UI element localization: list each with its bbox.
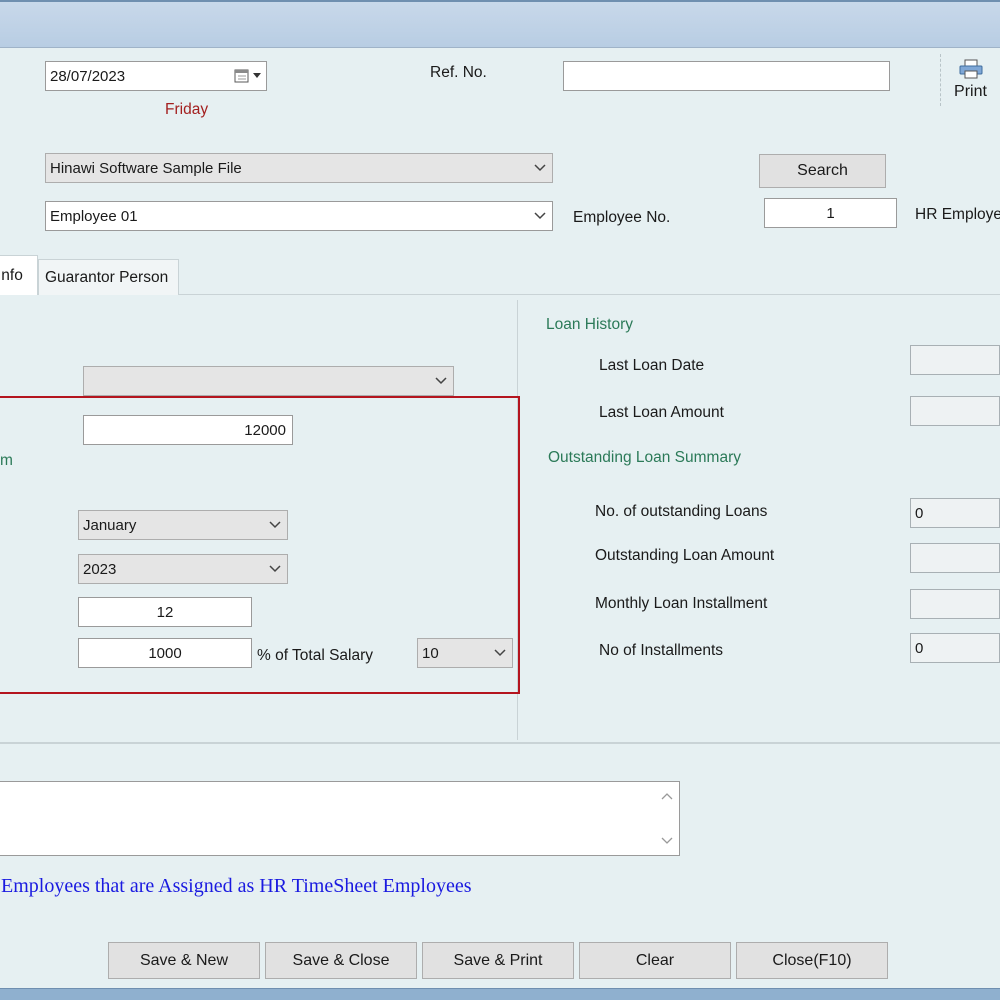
start-month-combo[interactable]: January xyxy=(78,510,288,540)
last-loan-date-label: Last Loan Date xyxy=(599,357,705,374)
tab-guarantor-person[interactable]: Guarantor Person xyxy=(38,259,179,295)
loan-type-combo[interactable] xyxy=(83,366,454,396)
scroll-down-icon[interactable] xyxy=(659,833,675,849)
outstanding-amount-field[interactable] xyxy=(910,543,1000,573)
section-divider xyxy=(0,742,1000,744)
employee-no-input[interactable]: 1 xyxy=(764,198,897,228)
memo-textarea[interactable] xyxy=(0,781,680,856)
tab-label: Info xyxy=(0,266,23,284)
outstanding-heading: Outstanding Loan Summary xyxy=(548,449,741,466)
employee-combo[interactable]: Employee 01 xyxy=(45,201,553,231)
chevron-down-icon[interactable] xyxy=(532,208,548,224)
tab-info[interactable]: Info xyxy=(0,255,38,295)
partial-label: m xyxy=(0,452,13,469)
employee-no-label: Employee No. xyxy=(573,209,671,226)
tab-label: Guarantor Person xyxy=(45,268,169,286)
chevron-down-icon[interactable] xyxy=(267,561,283,577)
no-of-installments-field[interactable]: 0 xyxy=(910,633,1000,663)
percent-combo[interactable]: 10 xyxy=(417,638,513,668)
company-combo[interactable]: Hinawi Software Sample File xyxy=(45,153,553,183)
save-new-button[interactable]: Save & New xyxy=(108,942,260,979)
hr-timesheet-info-text: Employees that are Assigned as HR TimeSh… xyxy=(1,875,472,897)
loan-history-heading: Loan History xyxy=(546,316,634,333)
start-year-combo[interactable]: 2023 xyxy=(78,554,288,584)
close-button[interactable]: Close(F10) xyxy=(736,942,888,979)
calendar-icon[interactable] xyxy=(234,68,262,84)
ref-no-input[interactable] xyxy=(563,61,890,91)
day-label: Friday xyxy=(165,101,209,118)
last-loan-date-field[interactable] xyxy=(910,345,1000,375)
company-value: Hinawi Software Sample File xyxy=(50,159,242,177)
print-button[interactable]: Print xyxy=(940,54,1000,106)
monthly-installment-field[interactable] xyxy=(910,589,1000,619)
save-print-button[interactable]: Save & Print xyxy=(422,942,574,979)
last-loan-amount-label: Last Loan Amount xyxy=(599,404,724,421)
chevron-down-icon[interactable] xyxy=(267,517,283,533)
start-month-value: January xyxy=(83,516,137,534)
window-title-bar xyxy=(0,0,1000,48)
printer-icon xyxy=(958,59,984,83)
employee-value: Employee 01 xyxy=(50,207,138,225)
no-of-installments-label: No of Installments xyxy=(599,642,724,659)
date-value: 28/07/2023 xyxy=(50,67,126,85)
chevron-down-icon[interactable] xyxy=(433,373,449,389)
percent-salary-label: % of Total Salary xyxy=(257,647,374,664)
installments-input[interactable]: 12 xyxy=(78,597,252,627)
window-bottom-edge xyxy=(0,988,1000,1000)
print-label: Print xyxy=(954,83,987,100)
installment-amount-input[interactable]: 1000 xyxy=(78,638,252,668)
search-button[interactable]: Search xyxy=(759,154,886,188)
save-close-button[interactable]: Save & Close xyxy=(265,942,417,979)
memo-scrollbar[interactable] xyxy=(655,782,679,855)
outstanding-count-field[interactable]: 0 xyxy=(910,498,1000,528)
chevron-down-icon[interactable] xyxy=(492,645,508,661)
loan-amount-input[interactable]: 12000 xyxy=(83,415,293,445)
monthly-installment-label: Monthly Loan Installment xyxy=(595,595,768,612)
outstanding-amount-label: Outstanding Loan Amount xyxy=(595,547,775,564)
scroll-up-icon[interactable] xyxy=(659,788,675,804)
percent-value: 10 xyxy=(422,644,439,662)
ref-no-label: Ref. No. xyxy=(430,64,487,81)
date-picker[interactable]: 28/07/2023 xyxy=(45,61,267,91)
outstanding-count-label: No. of outstanding Loans xyxy=(595,503,768,520)
hr-employee-label: HR Employe xyxy=(915,206,1000,223)
clear-button[interactable]: Clear xyxy=(579,942,731,979)
chevron-down-icon[interactable] xyxy=(532,160,548,176)
start-year-value: 2023 xyxy=(83,560,117,578)
last-loan-amount-field[interactable] xyxy=(910,396,1000,426)
